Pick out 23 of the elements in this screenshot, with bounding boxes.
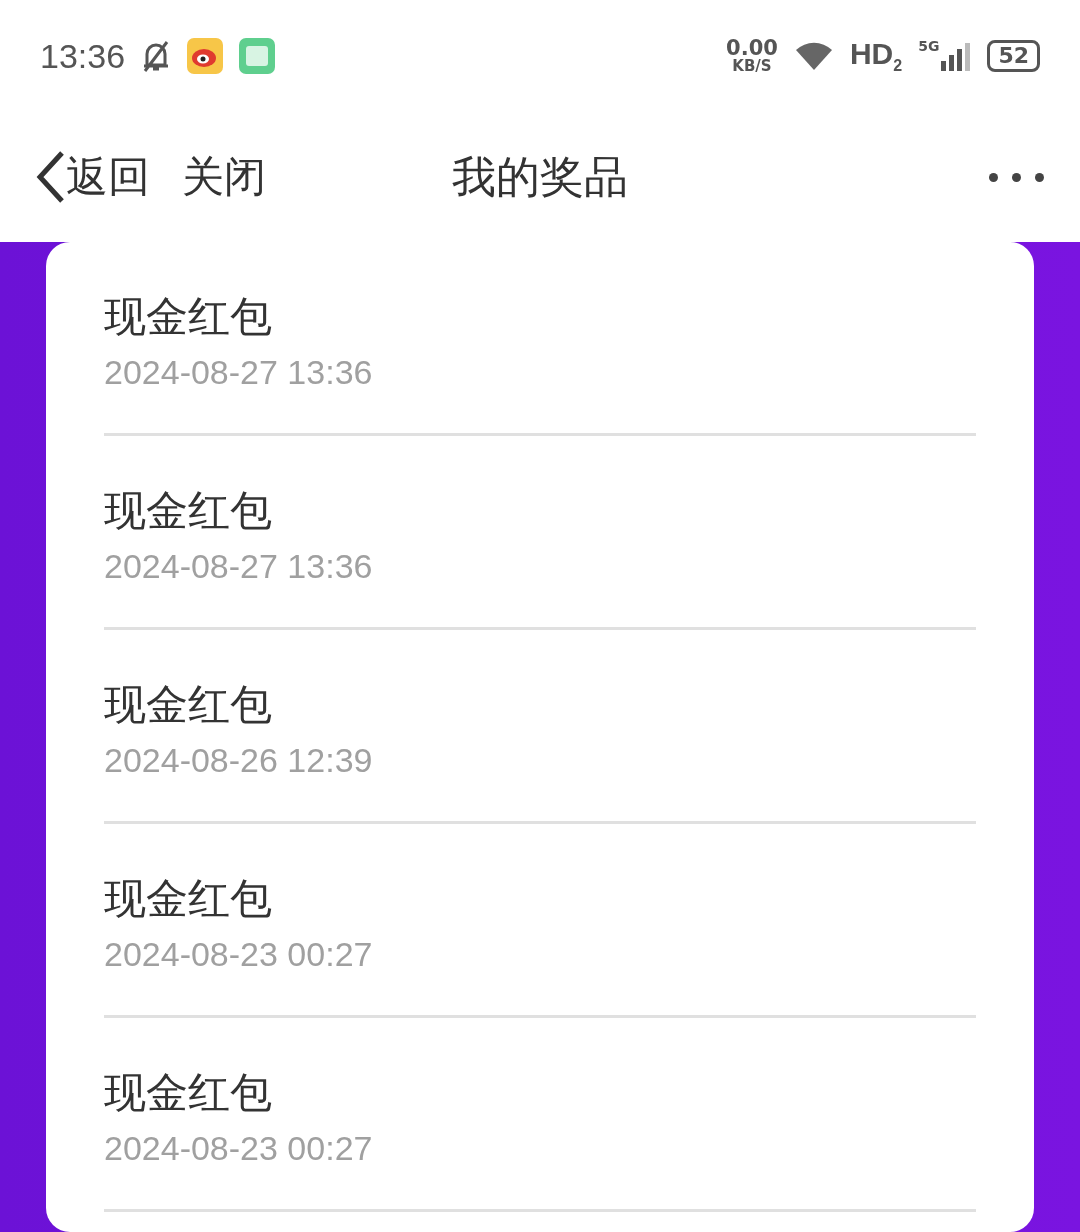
prize-time: 2024-08-27 13:36 xyxy=(104,547,374,586)
prize-time: 2024-08-23 00:27 xyxy=(104,1129,374,1168)
page-title: 我的奖品 xyxy=(452,149,628,204)
battery-level: 52 xyxy=(987,40,1040,72)
prize-time: 2024-08-27 13:36 xyxy=(104,353,374,392)
app-icon xyxy=(239,38,276,74)
prize-name: 现金红包 xyxy=(104,291,273,343)
prize-name: 现金红包 xyxy=(104,1067,273,1119)
network-type: 5G xyxy=(918,38,940,54)
status-time: 13:36 xyxy=(40,36,126,76)
prize-name: 现金红包 xyxy=(104,679,273,731)
back-button[interactable]: 返回 xyxy=(36,149,150,205)
close-button[interactable]: 关闭 xyxy=(182,149,266,205)
app-icon xyxy=(187,38,224,74)
prize-time: 2024-08-26 12:39 xyxy=(104,741,374,780)
chevron-left-icon xyxy=(36,150,66,204)
wifi-icon xyxy=(793,40,834,72)
prize-name: 现金红包 xyxy=(104,485,273,537)
network-speed: 0.00 KB/S xyxy=(726,38,778,74)
signal-icon xyxy=(941,41,972,71)
prize-name: 现金红包 xyxy=(104,873,273,925)
hd-indicator: HD$_{2}$ xyxy=(849,37,903,75)
prize-time: 2024-08-23 00:27 xyxy=(104,935,374,974)
